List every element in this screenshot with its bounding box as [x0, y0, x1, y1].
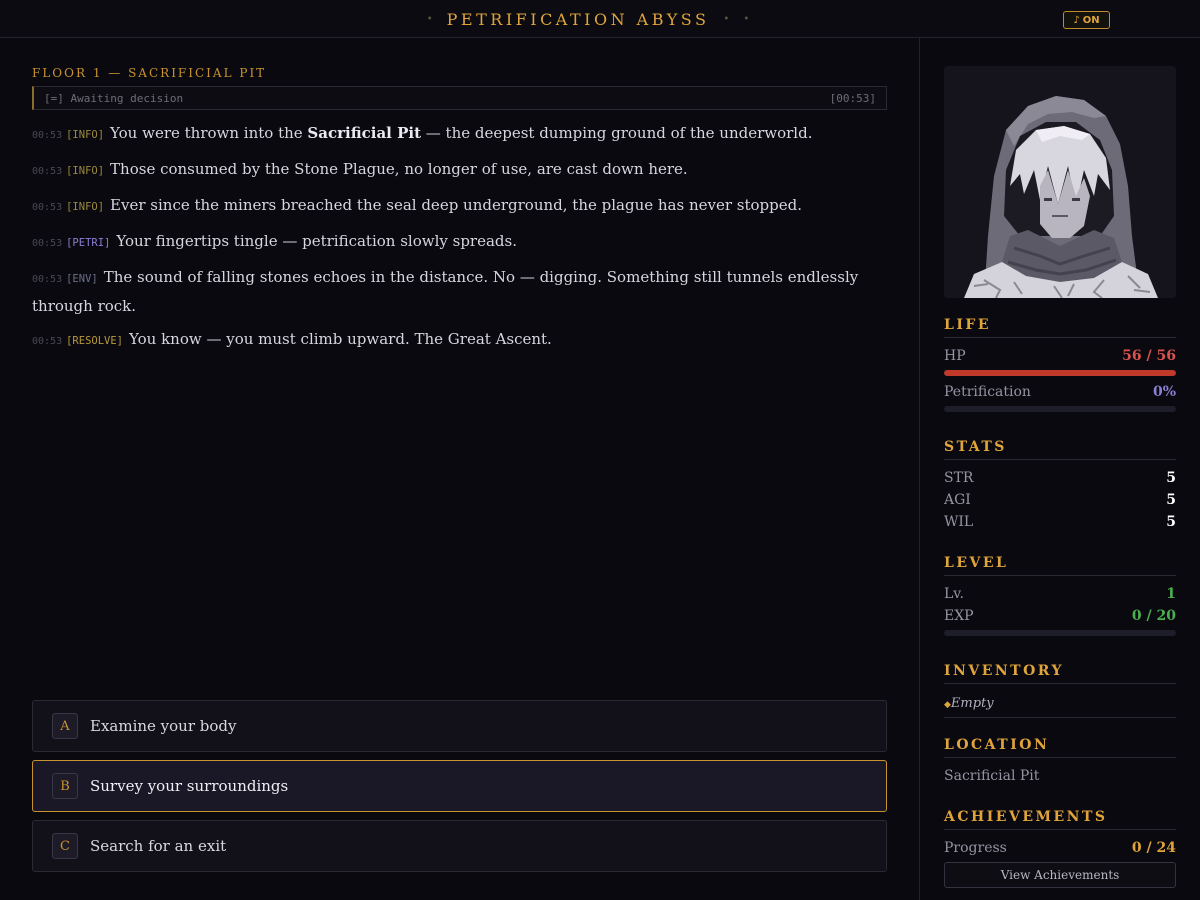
choice-button-a[interactable]: A Examine your body [32, 700, 887, 752]
level-value: 1 [1166, 586, 1176, 602]
log-text: Your fingertips tingle — petrification s… [116, 232, 517, 250]
choice-label: Examine your body [90, 717, 237, 735]
level-row: Lv. 1 [944, 586, 1176, 602]
petrification-value: 0% [1152, 384, 1176, 400]
hp-value: 56 / 56 [1122, 348, 1176, 364]
title-ornament-right-2: • [743, 13, 750, 25]
title-wrap: • PETRIFICATION ABYSS • • [0, 0, 1200, 38]
choice-key: A [52, 713, 78, 739]
petrification-label: Petrification [944, 384, 1031, 400]
log-text-highlight: Sacrificial Pit [307, 124, 421, 142]
life-section-title: LIFE [944, 317, 1176, 338]
floor-title: FLOOR 1 — SACRIFICIAL PIT [32, 66, 267, 80]
log-text: You know — you must climb upward. The Gr… [129, 330, 552, 348]
log-text: The sound of falling stones echoes in th… [32, 268, 859, 315]
log-tag: [ENV] [66, 273, 98, 285]
inventory-empty: ◆Empty [944, 696, 1176, 718]
stats-section-title: STATS [944, 439, 1176, 460]
stat-label: WIL [944, 514, 974, 530]
location-section-title: LOCATION [944, 737, 1176, 758]
log-tag: [INFO] [66, 165, 105, 177]
event-log: 00:53 [INFO] You were thrown into the Sacr… [32, 120, 862, 362]
stat-value: 5 [1166, 492, 1176, 508]
achievements-progress-label: Progress [944, 840, 1007, 856]
choice-key: C [52, 833, 78, 859]
log-tag: [RESOLVE] [66, 335, 124, 347]
log-text: Those consumed by the Stone Plague, no l… [110, 160, 688, 178]
stat-value: 5 [1166, 470, 1176, 486]
stat-row-str: STR 5 [944, 470, 1176, 486]
character-portrait [944, 66, 1176, 298]
log-text: You were thrown into the [110, 124, 308, 142]
hp-bar-fill [944, 370, 1176, 376]
achievements-progress-value: 0 / 24 [1131, 840, 1176, 856]
exp-bar [944, 630, 1176, 636]
inventory-empty-text: Empty [950, 696, 994, 711]
title-ornament-right: • [723, 13, 730, 25]
level-section-title: LEVEL [944, 555, 1176, 576]
game-title: PETRIFICATION ABYSS [446, 9, 710, 29]
level-label: Lv. [944, 586, 964, 602]
log-timestamp: 00:53 [32, 166, 63, 177]
log-tag: [INFO] [66, 129, 105, 141]
log-timestamp: 00:53 [32, 274, 63, 285]
log-tag: [PETRI] [66, 237, 111, 249]
title-ornament-left: • [426, 13, 433, 25]
log-tag: [INFO] [66, 201, 105, 213]
music-toggle-label: ON [1082, 14, 1100, 26]
log-entry: 00:53 [INFO] Those consumed by the Stone P… [32, 156, 862, 185]
status-bar: [=] Awaiting decision [00:53] [32, 86, 887, 110]
hp-row: HP 56 / 56 [944, 348, 1176, 364]
inventory-section-title: INVENTORY [944, 663, 1176, 684]
stat-label: STR [944, 470, 974, 486]
log-entry: 00:53 [INFO] Ever since the miners breache… [32, 192, 862, 221]
choice-button-b[interactable]: B Survey your surroundings [32, 760, 887, 812]
location-row: Sacrificial Pit [944, 768, 1176, 784]
exp-label: EXP [944, 608, 974, 624]
stat-label: AGI [944, 492, 971, 508]
hooded-figure-portrait [944, 66, 1176, 298]
exp-row: EXP 0 / 20 [944, 608, 1176, 624]
achievements-section-title: ACHIEVEMENTS [944, 809, 1176, 830]
petrification-bar [944, 406, 1176, 412]
achievements-progress-row: Progress 0 / 24 [944, 840, 1176, 856]
log-timestamp: 00:53 [32, 336, 63, 347]
exp-value: 0 / 20 [1131, 608, 1176, 624]
log-text-after: — the deepest dumping ground of the unde… [421, 124, 813, 142]
diamond-icon: ◆ [944, 700, 951, 710]
log-entry: 00:53 [ENV] The sound of falling stones ec… [32, 264, 862, 319]
log-entry: 00:53 [INFO] You were thrown into the Sacr… [32, 120, 862, 149]
stat-row-agi: AGI 5 [944, 492, 1176, 508]
music-toggle-button[interactable]: ♪ ON [1063, 11, 1110, 29]
petrification-row: Petrification 0% [944, 384, 1176, 400]
choice-label: Search for an exit [90, 837, 227, 855]
status-time: [00:53] [829, 91, 876, 105]
log-timestamp: 00:53 [32, 238, 63, 249]
hp-label: HP [944, 348, 966, 364]
choice-key: B [52, 773, 78, 799]
choice-button-c[interactable]: C Search for an exit [32, 820, 887, 872]
log-entry: 00:53 [PETRI] Your fingertips tingle — pet… [32, 228, 862, 257]
log-timestamp: 00:53 [32, 202, 63, 213]
music-note-icon: ♪ [1073, 14, 1080, 26]
top-bar: • PETRIFICATION ABYSS • • ♪ ON [0, 0, 1200, 38]
hp-bar [944, 370, 1176, 376]
log-timestamp: 00:53 [32, 130, 63, 141]
stat-value: 5 [1166, 514, 1176, 530]
stat-row-wil: WIL 5 [944, 514, 1176, 530]
view-achievements-button[interactable]: View Achievements [944, 862, 1176, 888]
panel-divider [919, 38, 920, 900]
location-value: Sacrificial Pit [944, 768, 1040, 784]
choice-label: Survey your surroundings [90, 777, 289, 795]
log-text: Ever since the miners breached the seal … [110, 196, 802, 214]
log-entry: 00:53 [RESOLVE] You know — you must climb … [32, 326, 862, 355]
status-text: [=] Awaiting decision [44, 91, 184, 105]
